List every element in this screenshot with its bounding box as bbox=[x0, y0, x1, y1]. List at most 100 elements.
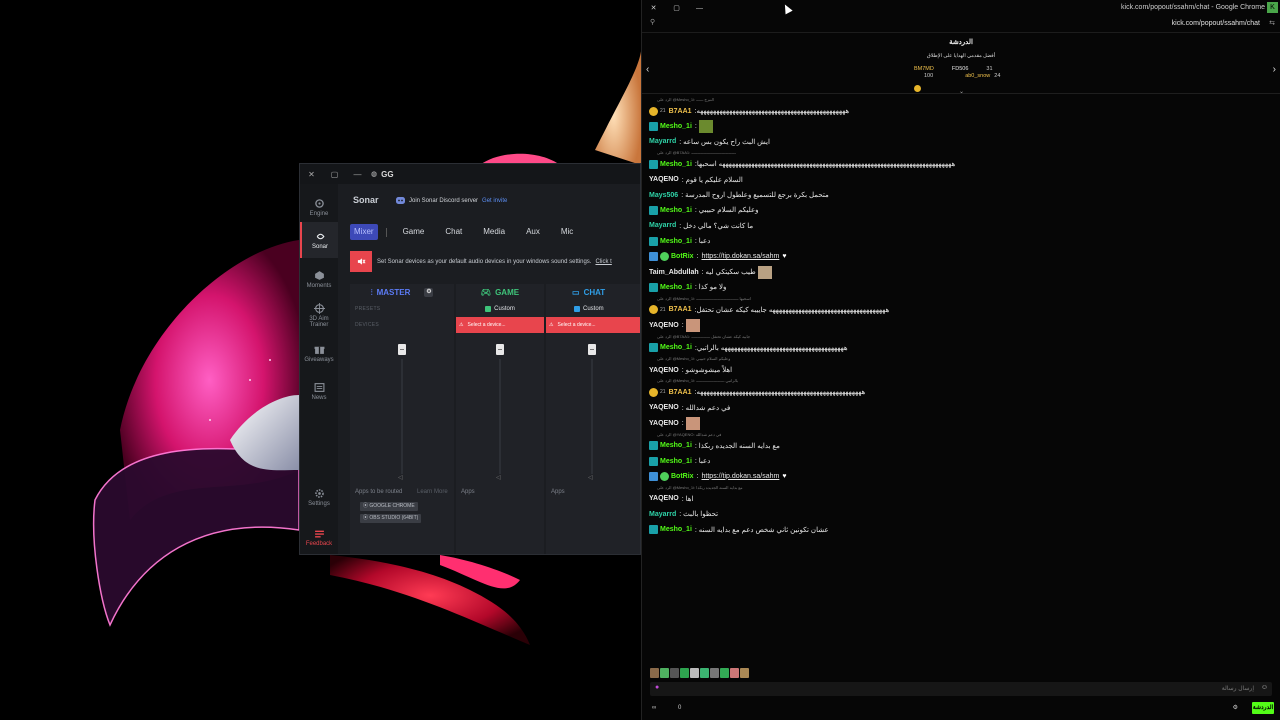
chat-username[interactable]: B7AA1 bbox=[669, 389, 692, 396]
sidebar-item-sonar[interactable]: Sonar bbox=[300, 222, 338, 258]
chat-username[interactable]: Mesho_1i bbox=[660, 207, 692, 214]
chat-username[interactable]: YAQENO bbox=[649, 322, 679, 329]
chat-device-select[interactable]: ⚠ Select a device... bbox=[546, 317, 640, 333]
sidebar-item-giveaways[interactable]: Giveaways bbox=[300, 342, 338, 374]
chat-link[interactable]: https://tip.dokan.sa/sahm bbox=[702, 473, 780, 480]
master-fader-knob[interactable] bbox=[398, 344, 406, 355]
emote-button[interactable] bbox=[730, 668, 739, 678]
chat-username[interactable]: YAQENO bbox=[649, 420, 679, 427]
send-chat-button[interactable]: الدردشة bbox=[1252, 702, 1274, 714]
leaderboard-entry[interactable]: ab0_snow bbox=[965, 73, 990, 80]
leaderboard-entry[interactable]: BM7MD bbox=[914, 66, 934, 92]
chat-username[interactable]: B7AA1 bbox=[669, 108, 692, 115]
volume-icon[interactable]: ◁ bbox=[398, 474, 403, 481]
chat-username[interactable]: Taim_Abdullah bbox=[649, 269, 699, 276]
master-fader-track[interactable] bbox=[401, 359, 403, 474]
mic-icon[interactable]: ● bbox=[655, 684, 659, 691]
app-chip[interactable]: ⦿ OBS STUDIO (64BIT) bbox=[360, 514, 422, 523]
chat-input[interactable]: ● إرسال رسالة ☺ bbox=[650, 682, 1272, 696]
sidebar-item-moments[interactable]: Moments bbox=[300, 266, 338, 298]
sidebar-item-settings[interactable]: Settings bbox=[300, 486, 338, 518]
minimize-button[interactable]: — bbox=[688, 5, 711, 12]
reply-context[interactable]: الرد على @B7AA1: جابيه كيكه عشان تحتفل ـ… bbox=[657, 334, 750, 339]
chat-username[interactable]: YAQENO bbox=[649, 404, 679, 411]
reply-context[interactable]: الرد على @Mesho_1i: بالراتبي ـــــــــــ… bbox=[657, 378, 738, 383]
game-preset[interactable]: Custom bbox=[456, 301, 544, 317]
emote-button[interactable] bbox=[720, 668, 729, 678]
points-counter[interactable]: 0 bbox=[678, 705, 681, 711]
emoji-icon[interactable]: ☺ bbox=[1261, 684, 1268, 691]
restore-button[interactable]: ▢ bbox=[665, 4, 688, 12]
chat-username[interactable]: Mayarrd bbox=[649, 138, 676, 145]
chat-username[interactable]: BotRix bbox=[671, 253, 694, 260]
chat-username[interactable]: Mesho_1i bbox=[660, 344, 692, 351]
app-chip[interactable]: ⦿ GOOGLE CHROME bbox=[360, 502, 418, 511]
chat-username[interactable]: B7AA1 bbox=[669, 306, 692, 313]
emote-button[interactable] bbox=[710, 668, 719, 678]
close-button[interactable]: ✕ bbox=[642, 4, 665, 12]
emote-image[interactable] bbox=[757, 265, 772, 279]
emote-button[interactable] bbox=[660, 668, 669, 678]
restore-button[interactable]: ▢ bbox=[323, 170, 346, 179]
chevron-down-icon[interactable]: ⌄ bbox=[959, 88, 964, 95]
sidebar-item-feedback[interactable]: Feedback bbox=[300, 526, 338, 554]
reply-context[interactable]: الرد على @Mesho_1i: وعليكم السلام حبيبي bbox=[657, 356, 730, 361]
minimize-button[interactable]: — bbox=[346, 170, 369, 179]
chat-username[interactable]: Mesho_1i bbox=[660, 284, 692, 291]
gear-icon[interactable]: ⚙ bbox=[1233, 704, 1238, 711]
game-fader-track[interactable] bbox=[499, 359, 501, 474]
chat-username[interactable]: Mayarrd bbox=[649, 222, 676, 229]
tab-mixer[interactable]: Mixer bbox=[350, 224, 378, 240]
tune-icon[interactable]: ⇆ bbox=[1269, 19, 1275, 27]
chat-username[interactable]: Mesho_1i bbox=[660, 442, 692, 449]
close-button[interactable]: ✕ bbox=[300, 170, 323, 179]
tab-aux[interactable]: Aux bbox=[522, 224, 544, 240]
chat-fader-knob[interactable] bbox=[588, 344, 596, 355]
chevron-left-icon[interactable]: ‹ bbox=[646, 64, 649, 75]
address-bar[interactable]: ⚲ kick.com/popout/ssahm/chat ⇆ bbox=[642, 16, 1280, 33]
tab-mic[interactable]: Mic bbox=[557, 224, 577, 240]
chat-username[interactable]: Mesho_1i bbox=[660, 161, 692, 168]
infinity-icon[interactable]: ∞ bbox=[652, 705, 656, 711]
chat-username[interactable]: Mesho_1i bbox=[660, 238, 692, 245]
tab-game[interactable]: Game bbox=[399, 224, 429, 240]
sidebar-item-engine[interactable]: Engine bbox=[300, 192, 338, 224]
warning-link[interactable]: Click t bbox=[595, 259, 611, 265]
chat-username[interactable]: YAQENO bbox=[649, 495, 679, 502]
emote-image[interactable] bbox=[698, 119, 713, 133]
chat-username[interactable]: Mesho_1i bbox=[660, 526, 692, 533]
emote-image[interactable] bbox=[685, 416, 700, 430]
get-invite-link[interactable]: Get invite bbox=[482, 198, 507, 204]
chat-preset[interactable]: Custom bbox=[546, 301, 640, 317]
chat-username[interactable]: YAQENO bbox=[649, 176, 679, 183]
volume-icon[interactable]: ◁ bbox=[588, 474, 593, 481]
tab-media[interactable]: Media bbox=[479, 224, 509, 240]
sidebar-item-news[interactable]: News bbox=[300, 380, 338, 412]
reply-context[interactable]: الرد على @Mesho_1i: النبرج ــــــ bbox=[657, 97, 714, 102]
emote-button[interactable] bbox=[680, 668, 689, 678]
reply-context[interactable]: الرد على @Mesho_1i: اسحبها ـــــــــــــ… bbox=[657, 296, 751, 301]
chat-username[interactable]: Mesho_1i bbox=[660, 123, 692, 130]
chat-link[interactable]: https://tip.dokan.sa/sahm bbox=[702, 253, 780, 260]
chat-username[interactable]: Mesho_1i bbox=[660, 458, 692, 465]
emote-image[interactable] bbox=[685, 318, 700, 332]
chat-username[interactable]: BotRix bbox=[671, 473, 694, 480]
learn-more-link[interactable]: Learn More bbox=[417, 489, 448, 495]
chat-username[interactable]: YAQENO bbox=[649, 367, 679, 374]
leaderboard-entry[interactable]: FD506 bbox=[952, 66, 969, 73]
game-fader-knob[interactable] bbox=[496, 344, 504, 355]
emote-button[interactable] bbox=[670, 668, 679, 678]
emote-button[interactable] bbox=[690, 668, 699, 678]
chat-fader-track[interactable] bbox=[591, 359, 593, 474]
emote-button[interactable] bbox=[650, 668, 659, 678]
chrome-titlebar[interactable]: ✕ ▢ — kick.com/popout/ssahm/chat - Googl… bbox=[642, 0, 1280, 16]
master-settings-icon[interactable]: ⚙ bbox=[424, 288, 434, 297]
chat-username[interactable]: Mayarrd bbox=[649, 511, 676, 518]
chevron-right-icon[interactable]: › bbox=[1273, 64, 1276, 75]
gg-titlebar[interactable]: ✕ ▢ — ◍ GG bbox=[300, 164, 640, 184]
reply-context[interactable]: الرد على @YAQENO: في دعم شدالله bbox=[657, 432, 721, 437]
emote-button[interactable] bbox=[740, 668, 749, 678]
tab-chat[interactable]: Chat bbox=[441, 224, 466, 240]
game-device-select[interactable]: ⚠ Select a device... bbox=[456, 317, 544, 333]
key-icon[interactable]: ⚲ bbox=[650, 18, 655, 26]
